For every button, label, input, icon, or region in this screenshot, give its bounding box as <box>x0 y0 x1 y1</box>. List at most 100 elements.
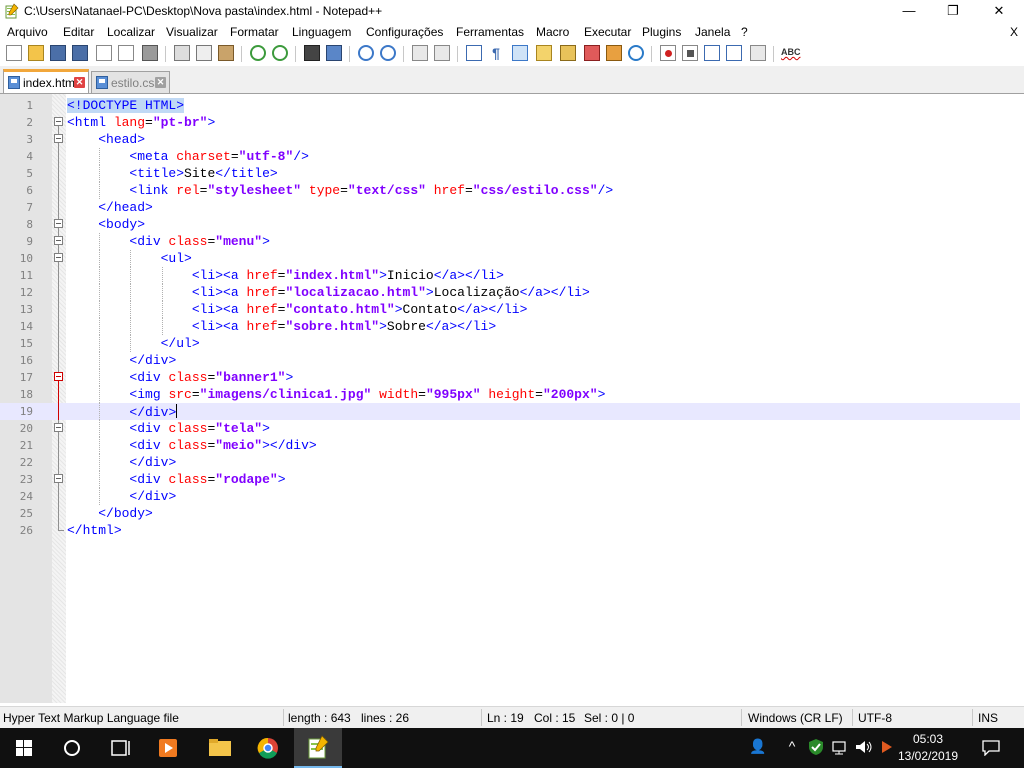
fold-toggle-icon[interactable] <box>54 219 63 228</box>
taskbar-chrome[interactable] <box>244 728 292 768</box>
notification-flag-icon[interactable] <box>878 738 894 758</box>
tab-index-html[interactable]: index.html ✕ <box>3 69 89 93</box>
code-line[interactable]: 12 <li><a href="localizacao.html">Locali… <box>0 284 1020 301</box>
code-text[interactable]: </body> <box>67 506 153 521</box>
code-text[interactable]: <link rel="stylesheet" type="text/css" h… <box>67 183 613 198</box>
fold-toggle-icon[interactable] <box>54 253 63 262</box>
code-text[interactable]: </ul> <box>67 336 200 351</box>
code-line[interactable]: 9 <div class="menu"> <box>0 233 1020 250</box>
code-text[interactable]: <div class="menu"> <box>67 234 269 249</box>
code-text[interactable]: </div> <box>67 404 178 420</box>
menu-editar[interactable]: Editar <box>63 25 94 39</box>
document-map-icon[interactable] <box>560 45 576 61</box>
status-eol[interactable]: Windows (CR LF) <box>748 711 843 725</box>
code-text[interactable]: </html> <box>67 523 122 538</box>
copy-icon[interactable] <box>196 45 212 61</box>
code-text[interactable]: <li><a href="sobre.html">Sobre</a></li> <box>67 319 496 334</box>
action-center-icon[interactable] <box>980 738 1002 758</box>
save-icon[interactable] <box>50 45 66 61</box>
code-text[interactable]: <div class="tela"> <box>67 421 269 436</box>
function-list-icon[interactable] <box>584 45 600 61</box>
volume-icon[interactable] <box>854 738 874 758</box>
code-line[interactable]: 23 <div class="rodape"> <box>0 471 1020 488</box>
menu-ferramentas[interactable]: Ferramentas <box>456 25 524 39</box>
clock-time[interactable]: 05:03 <box>900 732 956 746</box>
maximize-button[interactable]: ❐ <box>930 0 976 22</box>
code-line[interactable]: 18 <img src="imagens/clinica1.jpg" width… <box>0 386 1020 403</box>
code-line[interactable]: 10 <ul> <box>0 250 1020 267</box>
close-tab-icon[interactable]: ✕ <box>74 77 85 88</box>
code-line[interactable]: 1 <!DOCTYPE HTML> <box>0 97 1020 114</box>
zoom-in-icon[interactable] <box>358 45 374 61</box>
code-line[interactable]: 8 <body> <box>0 216 1020 233</box>
word-wrap-icon[interactable] <box>466 45 482 61</box>
code-text[interactable]: <meta charset="utf-8"/> <box>67 149 308 164</box>
code-text[interactable]: </div> <box>67 455 176 470</box>
menu-janela[interactable]: Janela <box>695 25 730 39</box>
taskbar-notepad-plus-plus[interactable] <box>294 728 342 768</box>
tab-estilo-css[interactable]: estilo.css ✕ <box>91 71 170 93</box>
close-all-icon[interactable] <box>118 45 134 61</box>
code-text[interactable]: <body> <box>67 217 145 232</box>
replace-icon[interactable] <box>326 45 342 61</box>
indent-guide-icon[interactable] <box>512 45 528 61</box>
record-macro-icon[interactable] <box>660 45 676 61</box>
menu-macro[interactable]: Macro <box>536 25 569 39</box>
code-line[interactable]: 5 <title>Site</title> <box>0 165 1020 182</box>
paste-icon[interactable] <box>218 45 234 61</box>
menu-configuracoes[interactable]: Configurações <box>366 25 443 39</box>
chevron-up-icon[interactable]: ^ <box>784 738 800 758</box>
close-document-button[interactable]: X <box>1010 25 1018 39</box>
find-icon[interactable] <box>304 45 320 61</box>
code-line[interactable]: 26 </html> <box>0 522 1020 539</box>
redo-icon[interactable] <box>272 45 288 61</box>
code-line[interactable]: 14 <li><a href="sobre.html">Sobre</a></l… <box>0 318 1020 335</box>
new-file-icon[interactable] <box>6 45 22 61</box>
code-line[interactable]: 19 </div> <box>0 403 1020 420</box>
code-text[interactable]: </div> <box>67 489 176 504</box>
fold-toggle-icon[interactable] <box>54 372 63 381</box>
status-insert-mode[interactable]: INS <box>978 711 998 725</box>
menu-help[interactable]: ? <box>741 25 748 39</box>
undo-icon[interactable] <box>250 45 266 61</box>
code-line[interactable]: 17 <div class="banner1"> <box>0 369 1020 386</box>
close-window-button[interactable]: ✕ <box>976 0 1022 22</box>
menu-arquivo[interactable]: Arquivo <box>7 25 48 39</box>
sync-horizontal-icon[interactable] <box>434 45 450 61</box>
people-icon[interactable]: 👤 <box>748 738 768 758</box>
code-text[interactable]: <li><a href="index.html">Inicio</a></li> <box>67 268 504 283</box>
network-icon[interactable] <box>830 738 850 758</box>
code-editor[interactable]: 1 <!DOCTYPE HTML> 2 <html lang="pt-br"> 3 <h… <box>0 94 1024 703</box>
sync-vertical-icon[interactable] <box>412 45 428 61</box>
code-line[interactable]: 7 </head> <box>0 199 1020 216</box>
code-line[interactable]: 20 <div class="tela"> <box>0 420 1020 437</box>
code-line[interactable]: 24 </div> <box>0 488 1020 505</box>
fold-toggle-icon[interactable] <box>54 117 63 126</box>
fold-toggle-icon[interactable] <box>54 474 63 483</box>
taskbar-media-player[interactable] <box>144 728 192 768</box>
code-text[interactable]: <!DOCTYPE HTML> <box>67 98 185 113</box>
code-text[interactable]: <html lang="pt-br"> <box>67 115 215 130</box>
zoom-out-icon[interactable] <box>380 45 396 61</box>
code-text[interactable]: </div> <box>67 353 176 368</box>
menu-localizar[interactable]: Localizar <box>107 25 155 39</box>
task-view-button[interactable] <box>96 728 144 768</box>
code-text[interactable]: <div class="rodape"> <box>67 472 285 487</box>
play-macro-multiple-icon[interactable] <box>726 45 742 61</box>
code-text[interactable]: <img src="imagens/clinica1.jpg" width="9… <box>67 387 605 402</box>
menu-formatar[interactable]: Formatar <box>230 25 279 39</box>
menu-plugins[interactable]: Plugins <box>642 25 681 39</box>
code-text[interactable]: <div class="banner1"> <box>67 370 293 385</box>
user-defined-language-icon[interactable] <box>536 45 552 61</box>
folder-as-workspace-icon[interactable] <box>606 45 622 61</box>
taskbar-file-explorer[interactable] <box>196 728 244 768</box>
code-line[interactable]: 25 </body> <box>0 505 1020 522</box>
code-text[interactable]: <li><a href="contato.html">Contato</a></… <box>67 302 528 317</box>
code-line[interactable]: 3 <head> <box>0 131 1020 148</box>
open-file-icon[interactable] <box>28 45 44 61</box>
minimize-button[interactable]: — <box>886 0 932 22</box>
fold-toggle-icon[interactable] <box>54 134 63 143</box>
code-line[interactable]: 15 </ul> <box>0 335 1020 352</box>
code-line[interactable]: 16 </div> <box>0 352 1020 369</box>
code-line[interactable]: 6 <link rel="stylesheet" type="text/css"… <box>0 182 1020 199</box>
